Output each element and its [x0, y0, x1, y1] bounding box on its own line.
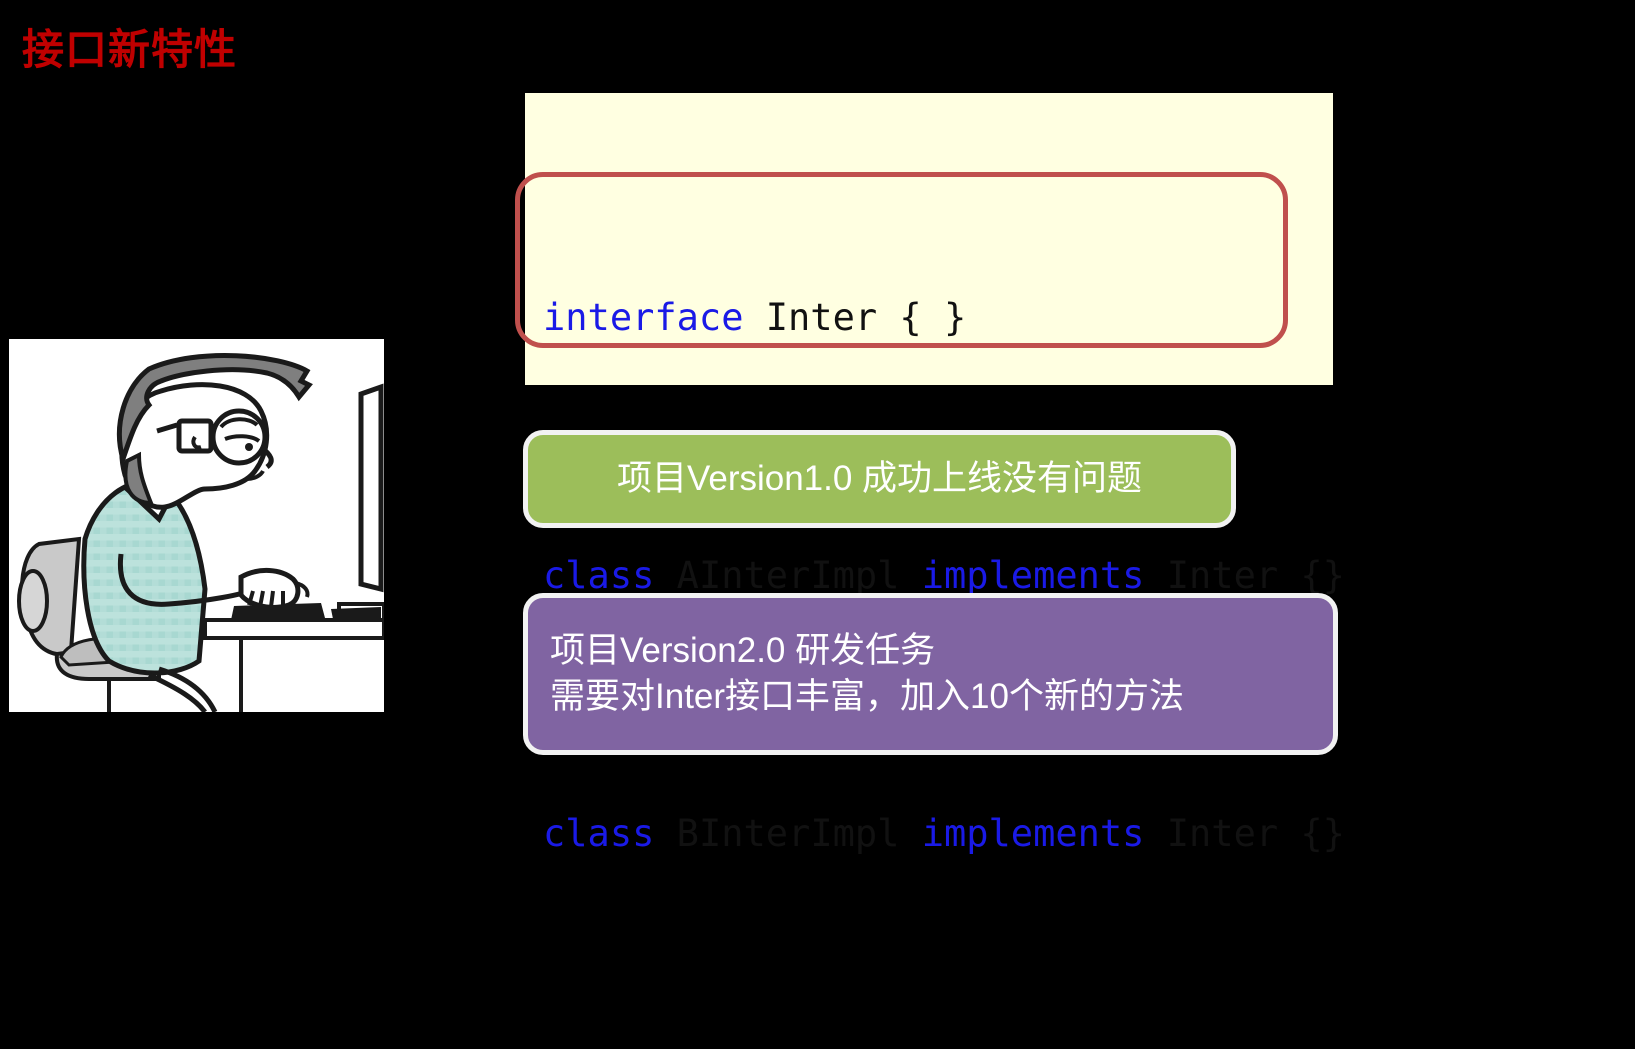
page-title: 接口新特性: [22, 28, 238, 74]
code-listing: interface Inter { } class AInterImpl imp…: [543, 103, 1345, 1049]
callout-version2-task: 项目Version2.0 研发任务 需要对Inter接口丰富，加入10个新的方法: [523, 593, 1338, 755]
code-keyword-class-b: class: [543, 812, 655, 855]
code-keyword-implements-b: implements: [921, 812, 1145, 855]
code-identifier-ainterimpl: AInterImpl: [654, 554, 922, 597]
code-identifier-binterimpl: BInterImpl: [654, 812, 922, 855]
programmer-at-desk-illustration: [9, 339, 384, 712]
callout-purple-text: 项目Version2.0 研发任务 需要对Inter接口丰富，加入10个新的方法: [550, 628, 1184, 720]
code-keyword-class-a: class: [543, 554, 655, 597]
code-line-binterimpl: class BInterImpl implements Inter {}: [543, 791, 1345, 877]
code-identifier-inter-a: Inter {}: [1144, 554, 1345, 597]
code-line-interface: interface Inter { }: [543, 275, 1345, 361]
callout-purple-line-1: 项目Version2.0 研发任务: [550, 630, 936, 670]
code-identifier-inter: Inter { }: [743, 296, 967, 339]
code-keyword-implements-a: implements: [921, 554, 1145, 597]
callout-green-text: 项目Version1.0 成功上线没有问题: [616, 458, 1143, 498]
code-panel: interface Inter { } class AInterImpl imp…: [525, 93, 1345, 855]
callout-purple-line-2: 需要对Inter接口丰富，加入10个新的方法: [550, 677, 1184, 716]
code-keyword-interface: interface: [543, 296, 744, 339]
code-identifier-inter-b: Inter {}: [1144, 812, 1345, 855]
callout-version1-success: 项目Version1.0 成功上线没有问题: [523, 430, 1236, 528]
programmer-illustration-svg: [9, 339, 384, 712]
